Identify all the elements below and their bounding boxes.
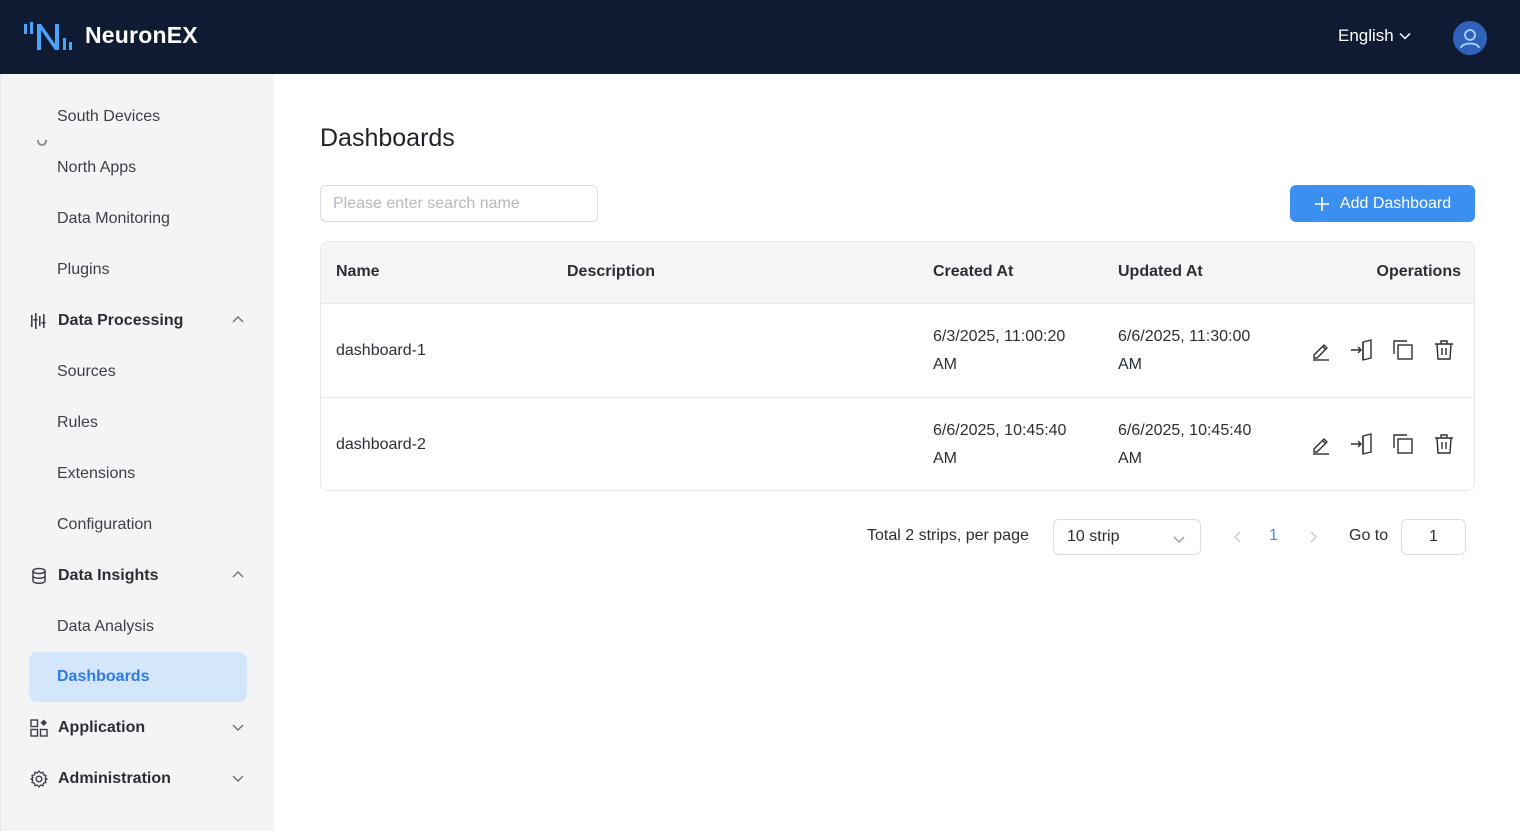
user-avatar[interactable]	[1453, 21, 1487, 55]
export-icon[interactable]	[1350, 338, 1374, 362]
table-row: dashboard-1 6/3/2025, 11:00:20 AM 6/6/20…	[321, 304, 1474, 398]
sidebar-item-north-apps[interactable]: North Apps	[29, 143, 247, 193]
edit-icon[interactable]	[1309, 432, 1333, 456]
sidebar-item-label: Data Monitoring	[57, 210, 170, 227]
created-at-cell: 6/6/2025, 10:45:40 AM	[933, 417, 1093, 473]
user-icon	[1460, 29, 1480, 49]
sidebar-item-rules[interactable]: Rules	[29, 398, 247, 448]
sidebar-group-label: Data Processing	[58, 312, 184, 329]
chevron-up-icon	[232, 316, 244, 323]
updated-at-cell: 6/6/2025, 10:45:40 AM	[1118, 417, 1278, 473]
page-title: Dashboards	[320, 124, 455, 152]
sidebar-item-label: Sources	[57, 363, 116, 380]
chevron-down-icon	[232, 775, 244, 782]
sidebar-group-label: Administration	[58, 770, 171, 787]
chevron-left-icon[interactable]	[1230, 528, 1246, 546]
chevron-down-icon	[1173, 536, 1185, 543]
delete-icon[interactable]	[1432, 338, 1456, 362]
sidebar-item-data-analysis[interactable]: Data Analysis	[29, 602, 247, 652]
brand-name: NeuronEX	[85, 22, 198, 48]
column-header-name: Name	[336, 263, 380, 280]
table-header: Name Description Created At Updated At O…	[321, 242, 1474, 304]
updated-at-line1: 6/6/2025, 11:30:00	[1118, 328, 1251, 345]
chevron-up-icon	[232, 571, 244, 578]
chevron-right-icon[interactable]	[1305, 528, 1321, 546]
sidebar-item-label: Dashboards	[57, 668, 150, 685]
sidebar-group-application[interactable]: Application	[29, 703, 247, 753]
language-selector[interactable]: English	[1338, 26, 1412, 46]
sidebar-item-label: Configuration	[57, 516, 153, 533]
sidebar-group-label: Data Insights	[58, 567, 159, 584]
sidebar-item-plugins[interactable]: Plugins	[29, 245, 247, 295]
updated-at-line2: AM	[1118, 356, 1142, 373]
sidebar-item-south-devices[interactable]: South Devices	[29, 92, 247, 142]
add-dashboard-label: Add Dashboard	[1339, 194, 1452, 212]
pagination-total: Total 2 strips, per page	[867, 527, 1029, 544]
created-at-line1: 6/3/2025, 11:00:20	[933, 328, 1066, 345]
neuronex-logo	[24, 22, 72, 50]
settings-gear-icon	[29, 769, 49, 789]
updated-at-line1: 6/6/2025, 10:45:40	[1118, 422, 1252, 439]
sidebar-item-data-monitoring[interactable]: Data Monitoring	[29, 194, 247, 244]
column-header-updated-at: Updated At	[1118, 263, 1203, 280]
search-input[interactable]	[320, 185, 598, 222]
sidebar-item-extensions[interactable]: Extensions	[29, 449, 247, 499]
created-at-cell: 6/3/2025, 11:00:20 AM	[933, 323, 1093, 379]
page-size-value: 10 strip	[1067, 528, 1120, 545]
dashboards-table: Name Description Created At Updated At O…	[320, 241, 1475, 491]
table-row: dashboard-2 6/6/2025, 10:45:40 AM 6/6/20…	[321, 398, 1474, 490]
database-icon	[29, 566, 49, 586]
sidebar-item-label: Rules	[57, 414, 98, 431]
language-label: English	[1338, 26, 1394, 45]
dashboard-name: dashboard-2	[336, 436, 426, 453]
sidebar-group-data-insights[interactable]: Data Insights	[29, 551, 247, 601]
delete-icon[interactable]	[1432, 432, 1456, 456]
sidebar-item-sources[interactable]: Sources	[29, 347, 247, 397]
application-grid-icon	[29, 718, 49, 738]
copy-icon[interactable]	[1391, 432, 1415, 456]
page-size-select[interactable]: 10 strip	[1053, 519, 1201, 555]
sidebar-item-configuration[interactable]: Configuration	[29, 500, 247, 550]
data-processing-icon	[29, 311, 49, 331]
created-at-line2: AM	[933, 356, 957, 373]
sidebar-item-label: Data Analysis	[57, 618, 154, 635]
goto-label: Go to	[1349, 527, 1389, 544]
chevron-down-icon	[1399, 32, 1411, 40]
column-header-created-at: Created At	[933, 263, 1014, 280]
sidebar-group-data-processing[interactable]: Data Processing	[29, 296, 247, 346]
created-at-line1: 6/6/2025, 10:45:40	[933, 422, 1067, 439]
dashboard-name: dashboard-1	[336, 342, 426, 359]
add-dashboard-button[interactable]: Add Dashboard	[1290, 185, 1475, 222]
sidebar-item-dashboards[interactable]: Dashboards	[29, 652, 247, 702]
sidebar-item-label: Plugins	[57, 261, 110, 278]
updated-at-line2: AM	[1118, 450, 1142, 467]
copy-icon[interactable]	[1391, 338, 1415, 362]
sidebar-group-label: Application	[58, 719, 146, 736]
top-header: NeuronEX English	[0, 0, 1520, 74]
row-operations	[1309, 338, 1456, 362]
chevron-down-icon	[232, 724, 244, 731]
plus-icon	[1314, 196, 1329, 211]
sidebar-item-label: South Devices	[57, 108, 161, 125]
row-operations	[1309, 432, 1456, 456]
column-header-description: Description	[567, 263, 656, 280]
created-at-line2: AM	[933, 450, 957, 467]
export-icon[interactable]	[1350, 432, 1374, 456]
updated-at-cell: 6/6/2025, 11:30:00 AM	[1118, 323, 1278, 379]
sidebar-group-administration[interactable]: Administration	[29, 754, 247, 804]
column-header-operations: Operations	[1376, 263, 1461, 280]
sidebar-item-label: Extensions	[57, 465, 136, 482]
sidebar: South Devices North Apps Data Monitoring…	[0, 74, 274, 831]
edit-icon[interactable]	[1309, 338, 1333, 362]
sidebar-item-label: North Apps	[57, 159, 137, 176]
goto-page-input[interactable]	[1401, 519, 1466, 555]
page-number-current[interactable]: 1	[1269, 527, 1278, 545]
